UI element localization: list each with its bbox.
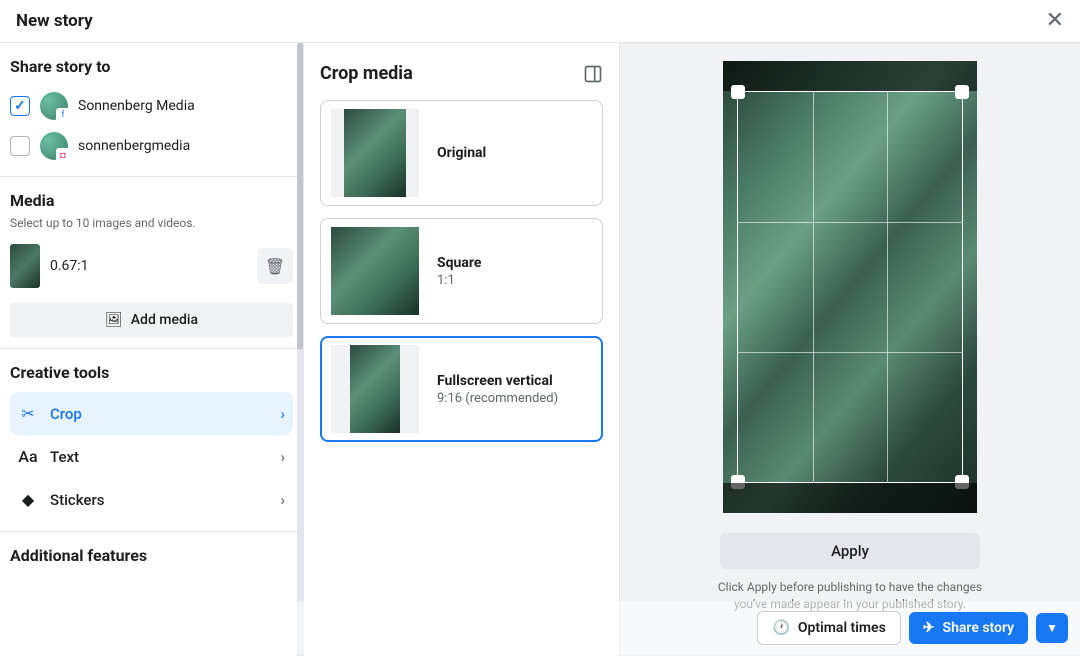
crop-thumbnail <box>331 227 419 315</box>
media-subtext: Select up to 10 images and videos. <box>10 216 293 230</box>
share-story-label: Share story <box>943 620 1015 636</box>
chevron-right-icon: › <box>280 491 285 509</box>
crop-panel-header: Crop media <box>320 63 603 84</box>
share-story-button[interactable]: ✈ Share story <box>909 612 1028 644</box>
avatar: f <box>40 92 68 120</box>
account-name: Sonnenberg Media <box>78 98 195 114</box>
account-row-instagram[interactable]: ◘ sonnenbergmedia <box>10 126 293 166</box>
account-row-facebook[interactable]: ✓ f Sonnenberg Media <box>10 86 293 126</box>
tool-label: Text <box>50 448 79 466</box>
creative-tools-section: Creative tools ✂ Crop › Aa Text › ◆ Stic… <box>0 349 303 531</box>
tool-label: Stickers <box>50 491 104 509</box>
creative-heading: Creative tools <box>10 363 293 382</box>
grid-line <box>813 92 814 482</box>
crop-overlay[interactable] <box>737 91 963 483</box>
modal-header: New story ✕ <box>0 0 1080 43</box>
instagram-badge-icon: ◘ <box>56 148 70 162</box>
crop-handle-bl[interactable] <box>731 475 745 489</box>
text-icon: Aa <box>18 447 38 466</box>
close-button[interactable]: ✕ <box>1046 10 1064 32</box>
expand-panel-icon[interactable] <box>583 64 603 84</box>
crop-option-square[interactable]: Square 1:1 <box>320 218 603 324</box>
media-ratio: 0.67:1 <box>50 258 247 274</box>
share-dropdown-button[interactable]: ▼ <box>1036 613 1068 643</box>
crop-option-label: Fullscreen vertical <box>437 373 558 389</box>
page-title: New story <box>16 11 93 31</box>
share-heading: Share story to <box>10 57 293 76</box>
crop-thumbnail <box>350 345 400 433</box>
delete-media-button[interactable]: 🗑 <box>257 248 293 284</box>
crop-thumb-wrap <box>331 345 419 433</box>
image-icon: 🖼 <box>105 312 123 328</box>
crop-option-label: Original <box>437 145 486 161</box>
tool-stickers[interactable]: ◆ Stickers › <box>10 478 293 521</box>
crop-option-original[interactable]: Original <box>320 100 603 206</box>
tool-label: Crop <box>50 405 82 423</box>
crop-option-fullscreen-vertical[interactable]: Fullscreen vertical 9:16 (recommended) <box>320 336 603 442</box>
avatar: ◘ <box>40 132 68 160</box>
add-media-label: Add media <box>131 312 198 328</box>
optimal-times-button[interactable]: 🕐 Optimal times <box>757 611 900 645</box>
crop-option-label: Square <box>437 255 481 271</box>
send-icon: ✈ <box>923 620 935 636</box>
crop-handle-tr[interactable] <box>955 85 969 99</box>
sidebar-scrollbar[interactable] <box>297 43 303 656</box>
clock-icon: 🕐 <box>772 620 789 636</box>
caret-down-icon: ▼ <box>1046 621 1058 635</box>
grid-line <box>738 222 962 223</box>
account-checkbox[interactable]: ✓ <box>10 96 30 116</box>
crop-handle-br[interactable] <box>955 475 969 489</box>
media-thumbnail[interactable] <box>10 244 40 288</box>
chevron-right-icon: › <box>280 405 285 423</box>
media-item-row: 0.67:1 🗑 <box>10 240 293 292</box>
media-heading: Media <box>10 191 293 210</box>
account-name: sonnenbergmedia <box>78 138 190 154</box>
sticker-icon: ◆ <box>18 490 38 509</box>
additional-section: Additional features <box>0 531 303 585</box>
crop-thumbnail <box>344 109 406 197</box>
left-sidebar: Share story to ✓ f Sonnenberg Media ◘ so… <box>0 43 304 656</box>
preview-area: Apply Click Apply before publishing to h… <box>620 43 1080 656</box>
crop-option-sub: 9:16 (recommended) <box>437 391 558 406</box>
crop-panel: Crop media Original Square 1:1 <box>304 43 620 656</box>
trash-icon: 🗑 <box>265 257 285 276</box>
apply-button[interactable]: Apply <box>720 533 980 569</box>
footer-actions: 🕐 Optimal times ✈ Share story ▼ <box>0 601 1080 655</box>
optimal-times-label: Optimal times <box>798 620 886 636</box>
facebook-badge-icon: f <box>56 108 70 122</box>
grid-line <box>738 352 962 353</box>
media-section: Media Select up to 10 images and videos.… <box>0 177 303 349</box>
main-layout: Share story to ✓ f Sonnenberg Media ◘ so… <box>0 43 1080 656</box>
crop-icon: ✂ <box>18 404 38 423</box>
tool-crop[interactable]: ✂ Crop › <box>10 392 293 435</box>
story-preview[interactable] <box>723 61 977 513</box>
additional-heading: Additional features <box>10 546 293 565</box>
share-section: Share story to ✓ f Sonnenberg Media ◘ so… <box>0 43 303 177</box>
add-media-button[interactable]: 🖼 Add media <box>10 302 293 338</box>
crop-handle-tl[interactable] <box>731 85 745 99</box>
crop-heading: Crop media <box>320 63 413 84</box>
grid-line <box>887 92 888 482</box>
crop-option-sub: 1:1 <box>437 273 481 288</box>
crop-thumb-wrap <box>331 227 419 315</box>
crop-thumb-wrap <box>331 109 419 197</box>
scrollbar-thumb[interactable] <box>297 43 303 350</box>
account-checkbox[interactable] <box>10 136 30 156</box>
chevron-right-icon: › <box>280 448 285 466</box>
tool-text[interactable]: Aa Text › <box>10 435 293 478</box>
